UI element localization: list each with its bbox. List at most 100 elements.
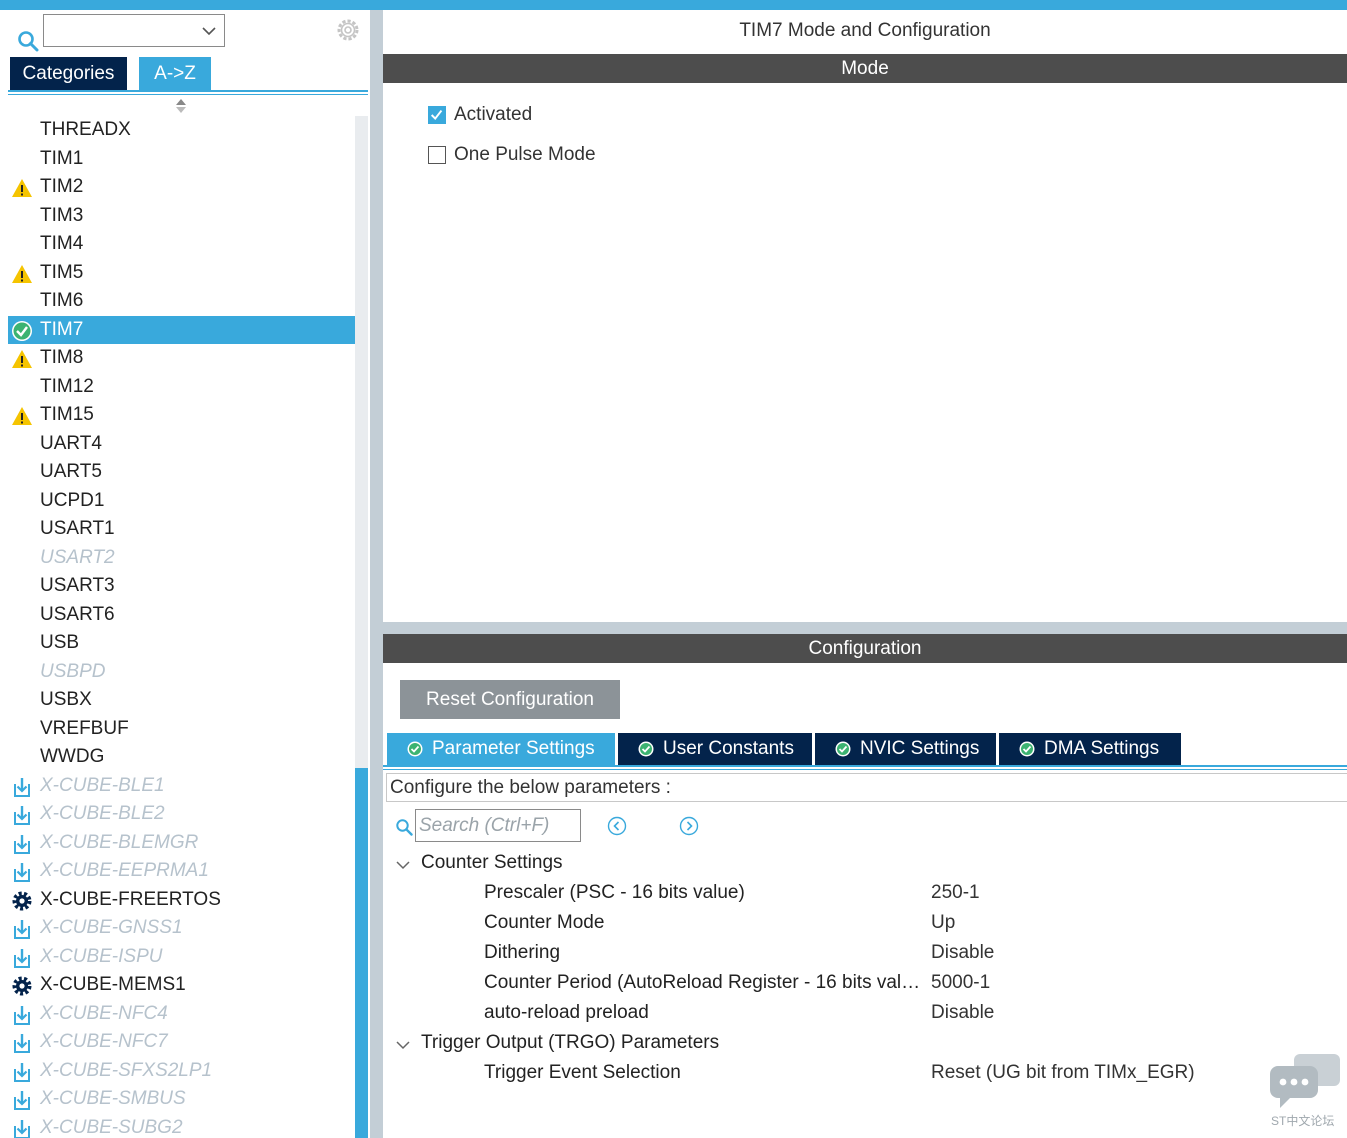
component-list-item-label: X-CUBE-BLE2 xyxy=(40,803,165,824)
list-scrollbar-thumb[interactable] xyxy=(355,768,368,1138)
download-icon xyxy=(14,777,30,797)
activated-checkbox[interactable] xyxy=(428,106,446,124)
previous-match-icon[interactable] xyxy=(607,816,627,836)
tab-label: User Constants xyxy=(663,738,794,759)
gear-icon xyxy=(12,976,32,996)
component-list-item-label: TIM6 xyxy=(40,290,84,311)
chevron-down-icon[interactable] xyxy=(396,860,410,870)
parameter-value[interactable]: Disable xyxy=(931,942,994,964)
tab-nvic-settings[interactable]: NVIC Settings xyxy=(815,733,996,765)
parameter-value[interactable]: Reset (UG bit from TIMx_EGR) xyxy=(931,1062,1195,1084)
component-list-item-label: TIM15 xyxy=(40,404,94,425)
tab-dma-settings[interactable]: DMA Settings xyxy=(999,733,1181,765)
panel-splitter[interactable] xyxy=(370,10,383,1138)
component-list-item[interactable]: X-CUBE-SMBUS xyxy=(8,1085,355,1114)
component-list-item[interactable]: X-CUBE-FREERTOS xyxy=(8,886,355,915)
component-list-item[interactable]: USART1 xyxy=(8,515,355,544)
component-list-item[interactable]: USBPD xyxy=(8,658,355,687)
component-list-item[interactable]: TIM12 xyxy=(8,373,355,402)
component-list-item[interactable]: X-CUBE-SUBG2 xyxy=(8,1114,355,1138)
configuration-section-header: Configuration xyxy=(383,634,1347,663)
tab-user-constants[interactable]: User Constants xyxy=(618,733,812,765)
parameter-name[interactable]: Dithering xyxy=(484,942,924,964)
component-list-item-label: USBPD xyxy=(40,660,106,682)
component-list-item[interactable]: X-CUBE-GNSS1 xyxy=(8,914,355,943)
parameter-value[interactable]: Up xyxy=(931,912,955,934)
component-list-item[interactable]: TIM2 xyxy=(8,173,355,202)
component-list-item[interactable]: UART4 xyxy=(8,430,355,459)
chevron-down-icon[interactable] xyxy=(202,24,216,38)
tab-categories[interactable]: Categories xyxy=(10,57,127,90)
component-list-item[interactable]: X-CUBE-NFC7 xyxy=(8,1028,355,1057)
component-list-item[interactable]: X-CUBE-NFC4 xyxy=(8,1000,355,1029)
component-list-item-label: TIM4 xyxy=(40,233,84,254)
sort-arrows-icon[interactable] xyxy=(174,98,188,114)
component-list-item[interactable]: X-CUBE-SFXS2LP1 xyxy=(8,1057,355,1086)
component-list-item[interactable]: TIM7 xyxy=(8,315,355,344)
component-list-item-label: VREFBUF xyxy=(40,717,129,739)
component-list-item[interactable]: USART2 xyxy=(8,544,355,573)
component-list: THREADX TIM1 TIM2 TIM3 TIM4 TIM5 TIM6 TIM7 TIM8 T… xyxy=(8,116,355,1138)
component-list-item[interactable]: USB xyxy=(8,629,355,658)
one-pulse-mode-label[interactable]: One Pulse Mode xyxy=(454,144,596,166)
component-list-item[interactable]: X-CUBE-BLE1 xyxy=(8,772,355,801)
parameter-name[interactable]: Counter Period (AutoReload Register - 16… xyxy=(484,972,924,994)
component-list-item-label: TIM1 xyxy=(40,147,84,169)
component-list-item[interactable]: UART5 xyxy=(8,458,355,487)
search-icon[interactable] xyxy=(395,818,413,836)
config-tab-underline xyxy=(383,765,1347,767)
component-list-panel: Categories A->Z THREADX TIM1 TIM2 TIM3 TIM4 T… xyxy=(0,10,370,1138)
parameter-group-header[interactable]: Trigger Output (TRGO) Parameters xyxy=(421,1032,719,1054)
component-list-item[interactable]: TIM3 xyxy=(8,202,355,231)
component-list-item[interactable]: THREADX xyxy=(8,116,355,145)
parameter-value[interactable]: 250-1 xyxy=(931,882,980,904)
component-list-item[interactable]: USBX xyxy=(8,686,355,715)
next-match-icon[interactable] xyxy=(679,816,699,836)
reset-configuration-button[interactable]: Reset Configuration xyxy=(400,680,620,719)
component-list-item[interactable]: TIM6 xyxy=(8,287,355,316)
component-list-item[interactable]: VREFBUF xyxy=(8,715,355,744)
component-list-item[interactable]: TIM4 xyxy=(8,230,355,259)
component-list-item[interactable]: X-CUBE-ISPU xyxy=(8,943,355,972)
parameter-group-header[interactable]: Counter Settings xyxy=(421,852,563,874)
component-list-item[interactable]: USART3 xyxy=(8,572,355,601)
parameter-name[interactable]: Counter Mode xyxy=(484,912,924,934)
parameter-value[interactable]: Disable xyxy=(931,1002,994,1024)
gear-icon[interactable] xyxy=(335,17,361,43)
component-list-item[interactable]: X-CUBE-BLEMGR xyxy=(8,829,355,858)
section-separator[interactable] xyxy=(383,622,1347,634)
component-list-item[interactable]: WWDG xyxy=(8,743,355,772)
component-search-combobox[interactable] xyxy=(43,14,225,47)
activated-label[interactable]: Activated xyxy=(454,104,532,126)
component-list-item[interactable]: TIM1 xyxy=(8,145,355,174)
parameter-name[interactable]: Prescaler (PSC - 16 bits value) xyxy=(484,882,924,904)
parameter-search-input[interactable]: Search (Ctrl+F) xyxy=(415,809,581,842)
warning-icon xyxy=(12,350,32,368)
chevron-down-icon[interactable] xyxy=(396,1040,410,1050)
component-list-item-label: USBX xyxy=(40,689,92,710)
component-list-item-label: TIM12 xyxy=(40,375,94,397)
component-list-item-label: X-CUBE-FREERTOS xyxy=(40,888,221,910)
parameter-value[interactable]: 5000-1 xyxy=(931,972,990,994)
search-icon[interactable] xyxy=(17,30,39,52)
component-list-item-label: UART5 xyxy=(40,461,102,482)
component-list-item[interactable]: TIM15 xyxy=(8,401,355,430)
tab-a-to-z[interactable]: A->Z xyxy=(139,57,211,90)
component-list-item[interactable]: X-CUBE-MEMS1 xyxy=(8,971,355,1000)
component-list-item-label: TIM2 xyxy=(40,176,84,197)
component-list-item[interactable]: TIM5 xyxy=(8,259,355,288)
parameter-name[interactable]: Trigger Event Selection xyxy=(484,1062,924,1084)
parameter-name[interactable]: auto-reload preload xyxy=(484,1002,924,1024)
one-pulse-mode-checkbox[interactable] xyxy=(428,146,446,164)
component-list-item[interactable]: UCPD1 xyxy=(8,487,355,516)
component-list-item[interactable]: USART6 xyxy=(8,601,355,630)
component-list-item-label: X-CUBE-SUBG2 xyxy=(40,1116,183,1138)
configure-parameters-label: Configure the below parameters : xyxy=(386,773,1347,802)
tab-parameter-settings[interactable]: Parameter Settings xyxy=(387,733,615,765)
component-list-item[interactable]: TIM8 xyxy=(8,344,355,373)
page-title: TIM7 Mode and Configuration xyxy=(739,20,991,41)
component-list-item-label: TIM3 xyxy=(40,204,84,226)
component-list-item[interactable]: X-CUBE-EEPRMA1 xyxy=(8,857,355,886)
component-list-item-label: USART6 xyxy=(40,603,115,625)
component-list-item[interactable]: X-CUBE-BLE2 xyxy=(8,800,355,829)
